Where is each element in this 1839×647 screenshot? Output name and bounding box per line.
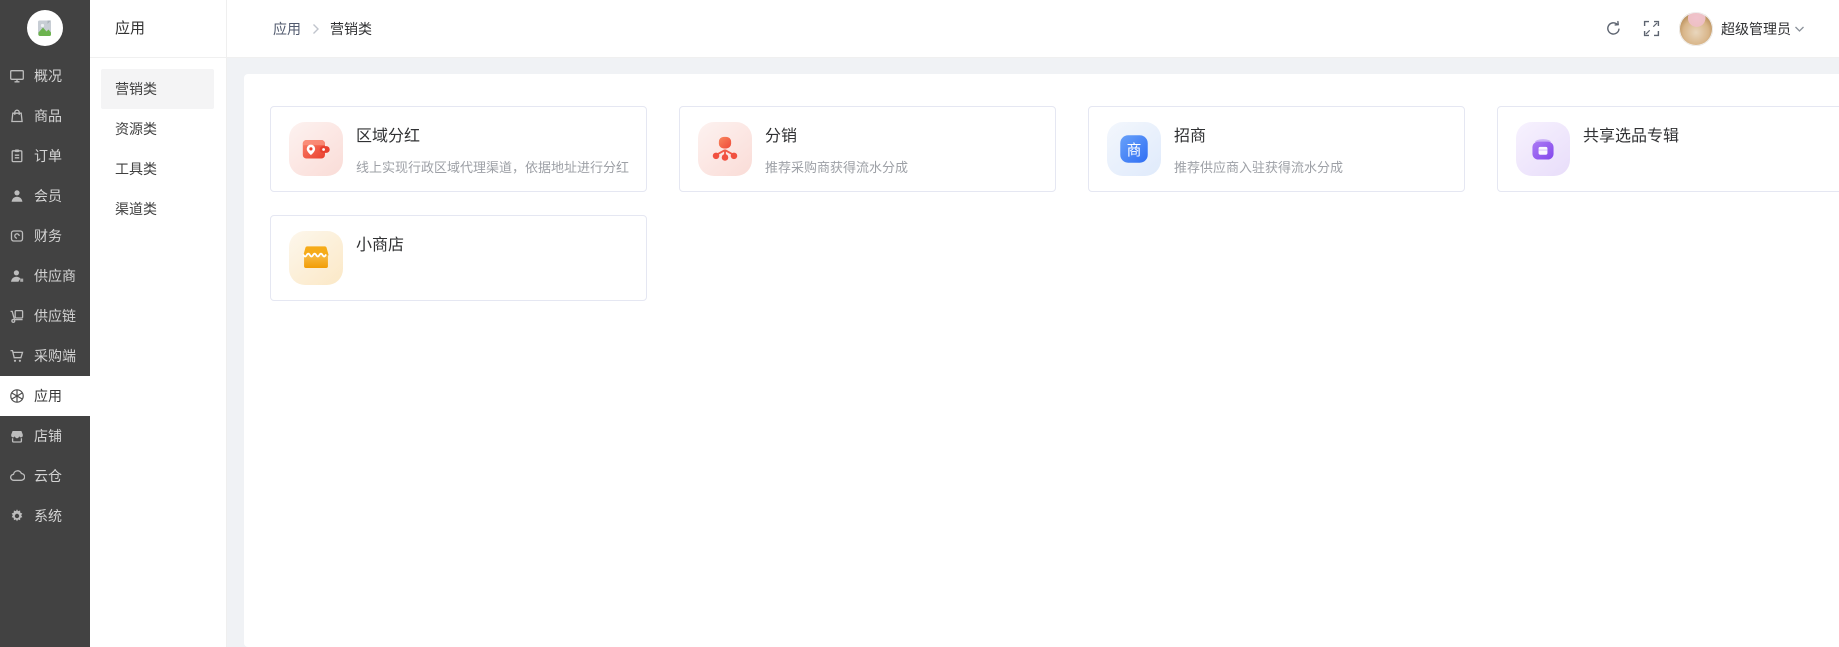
fullscreen-icon[interactable] [1641, 19, 1661, 39]
supply-chain-icon [9, 308, 25, 324]
sidebar-item-members[interactable]: 会员 [0, 176, 90, 216]
album-box-icon [1516, 122, 1570, 176]
user-avatar[interactable] [1679, 11, 1713, 46]
sidebar-item-label: 系统 [34, 508, 62, 524]
sidebar-item-label: 会员 [34, 188, 62, 204]
sidebar-item-shop[interactable]: 店铺 [0, 416, 90, 456]
overview-monitor-icon [9, 68, 25, 84]
breadcrumb-current: 营销类 [330, 20, 372, 37]
category-item-tools[interactable]: 工具类 [101, 149, 214, 189]
app-card-title: 分销 [765, 128, 798, 145]
chevron-right-icon [311, 23, 320, 35]
secondary-sidebar: 应用 营销类 资源类 工具类 渠道类 [90, 0, 227, 647]
app-card-title: 小商店 [356, 237, 405, 254]
apps-panel: 区域分红 线上实现行政区域代理渠道，依据地址进行分红 分销 推荐采购商获得流水分… [244, 74, 1839, 647]
category-item-marketing[interactable]: 营销类 [101, 69, 214, 109]
sidebar-item-finance[interactable]: 财务 [0, 216, 90, 256]
apps-wheel-icon [9, 388, 25, 404]
sidebar-item-label: 供应链 [34, 308, 76, 324]
order-clipboard-icon [9, 148, 25, 164]
primary-nav: 概况 商品 订单 会员 财务 供应商 供应链 采购端 应用 店铺 云仓 系统 [0, 56, 90, 536]
cloud-warehouse-icon [9, 468, 25, 484]
sidebar-item-overview[interactable]: 概况 [0, 56, 90, 96]
header-actions: 超级管理员 [1603, 11, 1805, 46]
sidebar-item-apps[interactable]: 应用 [0, 376, 90, 416]
chevron-down-icon [1794, 25, 1805, 33]
sidebar-item-label: 财务 [34, 228, 62, 244]
svg-text:商: 商 [1127, 142, 1142, 159]
logo[interactable] [0, 0, 90, 56]
app-card-regional-dividend[interactable]: 区域分红 线上实现行政区域代理渠道，依据地址进行分红 [270, 106, 647, 192]
refresh-icon[interactable] [1603, 19, 1623, 39]
app-card-distribution[interactable]: 分销 推荐采购商获得流水分成 [679, 106, 1056, 192]
finance-icon [9, 228, 25, 244]
wallet-location-icon [289, 122, 343, 176]
goods-bag-icon [9, 108, 25, 124]
app-card-desc: 线上实现行政区域代理渠道，依据地址进行分红 [356, 160, 630, 175]
sidebar-item-label: 采购端 [34, 348, 76, 364]
supplier-user-icon [9, 268, 25, 284]
category-item-channels[interactable]: 渠道类 [101, 189, 214, 229]
logo-image-placeholder-icon [27, 10, 63, 46]
sidebar-item-cloud-warehouse[interactable]: 云仓 [0, 456, 90, 496]
distribution-network-icon [698, 122, 752, 176]
top-header: 应用 营销类 超级管理员 [227, 0, 1839, 58]
merchant-badge-icon: 商 [1107, 122, 1161, 176]
sidebar-item-label: 云仓 [34, 468, 62, 484]
shop-store-icon [9, 428, 25, 444]
content-area: 区域分红 线上实现行政区域代理渠道，依据地址进行分红 分销 推荐采购商获得流水分… [227, 58, 1839, 647]
purchase-cart-icon [9, 348, 25, 364]
primary-sidebar: 概况 商品 订单 会员 财务 供应商 供应链 采购端 应用 店铺 云仓 系统 [0, 0, 90, 647]
app-card-desc: 推荐采购商获得流水分成 [765, 160, 909, 175]
sidebar-item-orders[interactable]: 订单 [0, 136, 90, 176]
sidebar-item-label: 供应商 [34, 268, 76, 284]
user-name: 超级管理员 [1721, 20, 1791, 37]
sidebar-item-goods[interactable]: 商品 [0, 96, 90, 136]
breadcrumb: 应用 营销类 [273, 19, 372, 39]
sidebar-item-label: 商品 [34, 108, 62, 124]
app-card-mini-store[interactable]: 小商店 [270, 215, 647, 301]
app-cards-grid: 区域分红 线上实现行政区域代理渠道，依据地址进行分红 分销 推荐采购商获得流水分… [270, 106, 1839, 301]
sidebar-item-label: 店铺 [34, 428, 62, 444]
secondary-sidebar-title: 应用 [90, 0, 226, 58]
member-user-icon [9, 188, 25, 204]
sidebar-item-label: 应用 [34, 388, 62, 404]
sidebar-item-supply-chain[interactable]: 供应链 [0, 296, 90, 336]
secondary-nav: 营销类 资源类 工具类 渠道类 [90, 58, 226, 229]
sidebar-item-system[interactable]: 系统 [0, 496, 90, 536]
user-menu[interactable]: 超级管理员 [1721, 19, 1805, 39]
sidebar-item-label: 订单 [34, 148, 62, 164]
breadcrumb-parent[interactable]: 应用 [273, 19, 301, 39]
category-item-resources[interactable]: 资源类 [101, 109, 214, 149]
app-card-shared-selection-album[interactable]: 共享选品专辑 [1497, 106, 1839, 192]
sidebar-item-label: 概况 [34, 68, 62, 84]
app-card-title: 招商 [1174, 128, 1207, 145]
mini-store-icon [289, 231, 343, 285]
system-gear-icon [9, 508, 25, 524]
app-card-title: 区域分红 [356, 128, 421, 145]
sidebar-item-purchasing[interactable]: 采购端 [0, 336, 90, 376]
app-card-title: 共享选品专辑 [1583, 128, 1680, 145]
app-card-merchant-recruit[interactable]: 商 招商 推荐供应商入驻获得流水分成 [1088, 106, 1465, 192]
app-card-desc: 推荐供应商入驻获得流水分成 [1174, 160, 1344, 175]
sidebar-item-suppliers[interactable]: 供应商 [0, 256, 90, 296]
